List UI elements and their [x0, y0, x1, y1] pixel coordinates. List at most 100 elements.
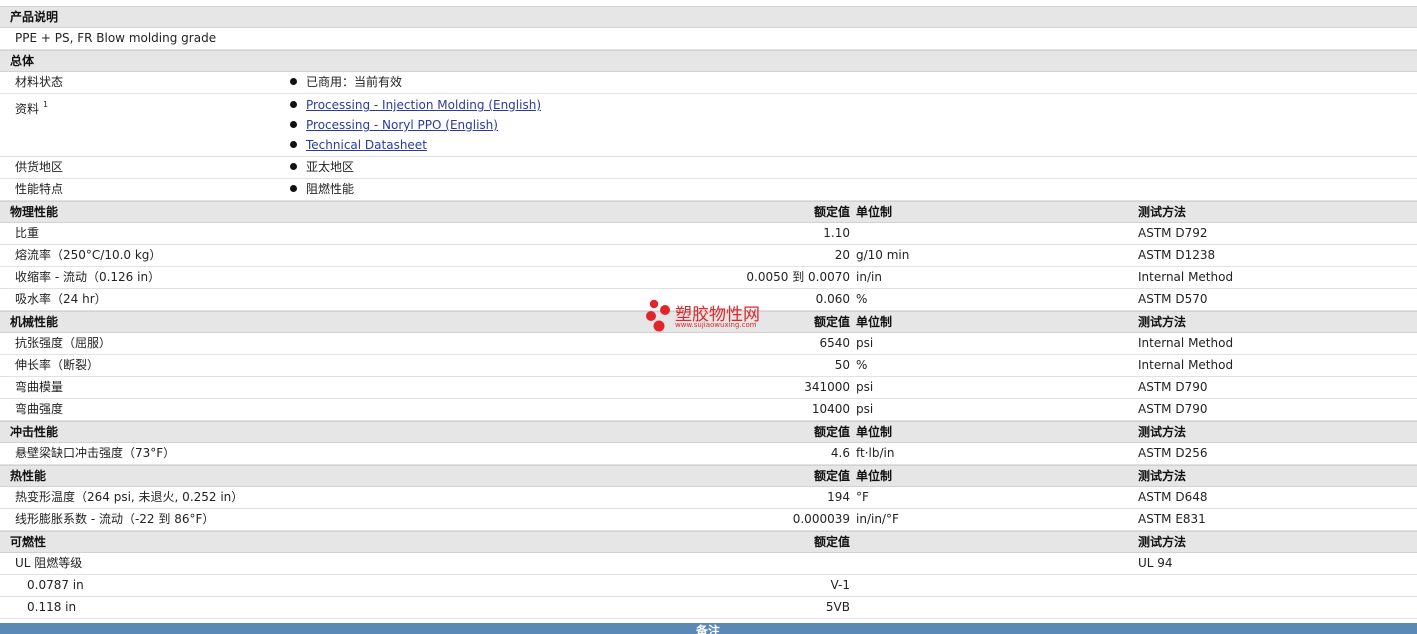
property-unit: ft·lb/in — [856, 446, 895, 460]
section-header-physical: 物理性能 额定值 单位制 测试方法 — [0, 201, 1417, 223]
property-label: 熔流率（250°C/10.0 kg） — [15, 248, 162, 262]
notes-footer-bar: 备注 — [0, 623, 1417, 634]
property-row: 弯曲强度 10400 psi ASTM D790 — [0, 399, 1417, 421]
property-unit: in/in/°F — [856, 512, 899, 526]
watermark-url: www.sujiaowuxing.com — [675, 321, 757, 329]
property-label: 0.0787 in — [27, 578, 84, 592]
property-label: 收缩率 - 流动（0.126 in） — [15, 270, 161, 284]
section-title: 总体 — [10, 54, 35, 68]
property-label: 热变形温度（264 psi, 未退火, 0.252 in） — [15, 490, 244, 504]
property-row: 0.0787 in V-1 — [0, 575, 1417, 597]
property-value: 0.060 — [815, 292, 850, 306]
row-label: 材料状态 — [15, 75, 64, 89]
property-row: 悬壁梁缺口冲击强度（73°F） 4.6 ft·lb/in ASTM D256 — [0, 443, 1417, 465]
property-label: 悬壁梁缺口冲击强度（73°F） — [15, 446, 176, 460]
property-value: 50 — [834, 358, 850, 372]
property-unit: in/in — [856, 270, 882, 284]
section-title: 可燃性 — [10, 535, 47, 549]
section-header-impact: 冲击性能 额定值 单位制 测试方法 — [0, 421, 1417, 443]
bullet-icon — [290, 121, 297, 128]
row-label: 供货地区 — [15, 160, 64, 174]
property-value: 341000 — [804, 380, 850, 394]
section-header-product: 产品说明 — [0, 6, 1417, 28]
property-value: 20 — [834, 248, 850, 262]
document-link-item: Technical Datasheet — [290, 135, 427, 155]
bullet-icon — [290, 78, 297, 85]
property-value: 5VB — [825, 600, 850, 614]
bullet-icon — [290, 141, 297, 148]
property-row: UL 阻燃等级 UL 94 — [0, 553, 1417, 575]
property-unit: % — [856, 292, 868, 306]
property-row: 线形膨胀系数 - 流动（-22 到 86°F） 0.000039 in/in/°F A… — [0, 509, 1417, 531]
row-value: 亚太地区 — [290, 157, 354, 178]
general-row-features: 性能特点 阻燃性能 — [0, 179, 1417, 201]
property-value: 194 — [827, 490, 850, 504]
column-header-value: 额定值 — [813, 315, 850, 329]
bullet-icon — [290, 185, 297, 192]
property-label: 抗张强度（屈服） — [15, 336, 112, 350]
row-value: 阻燃性能 — [290, 179, 354, 200]
section-title: 热性能 — [10, 469, 47, 483]
general-row-documents: 资料 1 Processing - Injection Molding (Engl… — [0, 94, 1417, 157]
notes-label: 备注 — [696, 624, 721, 634]
link-technical-datasheet[interactable]: Technical Datasheet — [306, 138, 427, 152]
property-row: 抗张强度（屈服） 6540 psi Internal Method — [0, 333, 1417, 355]
property-unit: °F — [856, 490, 869, 504]
property-label: 伸长率（断裂） — [15, 358, 100, 372]
property-test-method: ASTM D1238 — [1138, 248, 1216, 262]
property-label: 弯曲模量 — [15, 380, 64, 394]
property-test-method: ASTM E831 — [1138, 512, 1206, 526]
property-test-method: ASTM D570 — [1138, 292, 1208, 306]
property-row: 热变形温度（264 psi, 未退火, 0.252 in） 194 °F ASTM D… — [0, 487, 1417, 509]
product-description-row: PPE + PS, FR Blow molding grade — [0, 28, 1417, 50]
column-header-test: 测试方法 — [1138, 469, 1187, 483]
watermark-dots-icon — [646, 299, 670, 332]
property-label: UL 阻燃等级 — [15, 556, 83, 570]
property-label: 弯曲强度 — [15, 402, 64, 416]
property-value: 1.10 — [823, 226, 850, 240]
link-processing-noryl-ppo[interactable]: Processing - Noryl PPO (English) — [306, 118, 498, 132]
property-label: 0.118 in — [27, 600, 77, 614]
link-processing-injection-molding[interactable]: Processing - Injection Molding (English) — [306, 98, 541, 112]
section-header-general: 总体 — [0, 50, 1417, 72]
property-value: 4.6 — [830, 446, 850, 460]
row-value: 已商用：当前有效 — [290, 72, 402, 93]
property-row: 0.118 in 5VB — [0, 597, 1417, 619]
property-value: 0.0050 到 0.0070 — [746, 270, 850, 284]
column-header-value: 额定值 — [813, 425, 850, 439]
property-unit: g/10 min — [856, 248, 910, 262]
property-row: 熔流率（250°C/10.0 kg） 20 g/10 min ASTM D1238 — [0, 245, 1417, 267]
section-title: 冲击性能 — [10, 425, 59, 439]
property-row: 弯曲模量 341000 psi ASTM D790 — [0, 377, 1417, 399]
section-header-flammability: 可燃性 额定值 测试方法 — [0, 531, 1417, 553]
property-unit: % — [856, 358, 868, 372]
property-label: 线形膨胀系数 - 流动（-22 到 86°F） — [15, 512, 215, 526]
property-unit: psi — [856, 402, 874, 416]
watermark-logo: 塑胶物性网 www.sujiaowuxing.com — [645, 299, 785, 335]
column-header-unit: 单位制 — [856, 425, 893, 439]
property-test-method: Internal Method — [1138, 358, 1234, 372]
property-unit: psi — [856, 336, 874, 350]
column-header-test: 测试方法 — [1138, 535, 1187, 549]
column-header-unit: 单位制 — [856, 469, 893, 483]
column-header-unit: 单位制 — [856, 205, 893, 219]
column-header-value: 额定值 — [813, 469, 850, 483]
section-title: 机械性能 — [10, 315, 59, 329]
bullet-icon — [290, 101, 297, 108]
property-test-method: ASTM D790 — [1138, 380, 1208, 394]
row-label: 资料 1 — [15, 100, 49, 116]
bullet-icon — [290, 163, 297, 170]
property-test-method: UL 94 — [1138, 556, 1173, 570]
property-unit: psi — [856, 380, 874, 394]
general-row-status: 材料状态 已商用：当前有效 — [0, 72, 1417, 94]
property-test-method: ASTM D792 — [1138, 226, 1208, 240]
general-row-region: 供货地区 亚太地区 — [0, 157, 1417, 179]
column-header-test: 测试方法 — [1138, 315, 1187, 329]
property-label: 比重 — [15, 226, 40, 240]
property-row: 收缩率 - 流动（0.126 in） 0.0050 到 0.0070 in/in In… — [0, 267, 1417, 289]
product-description: PPE + PS, FR Blow molding grade — [15, 31, 217, 45]
property-test-method: Internal Method — [1138, 336, 1234, 350]
document-link-item: Processing - Noryl PPO (English) — [290, 115, 498, 135]
property-test-method: Internal Method — [1138, 270, 1234, 284]
property-test-method: ASTM D256 — [1138, 446, 1208, 460]
